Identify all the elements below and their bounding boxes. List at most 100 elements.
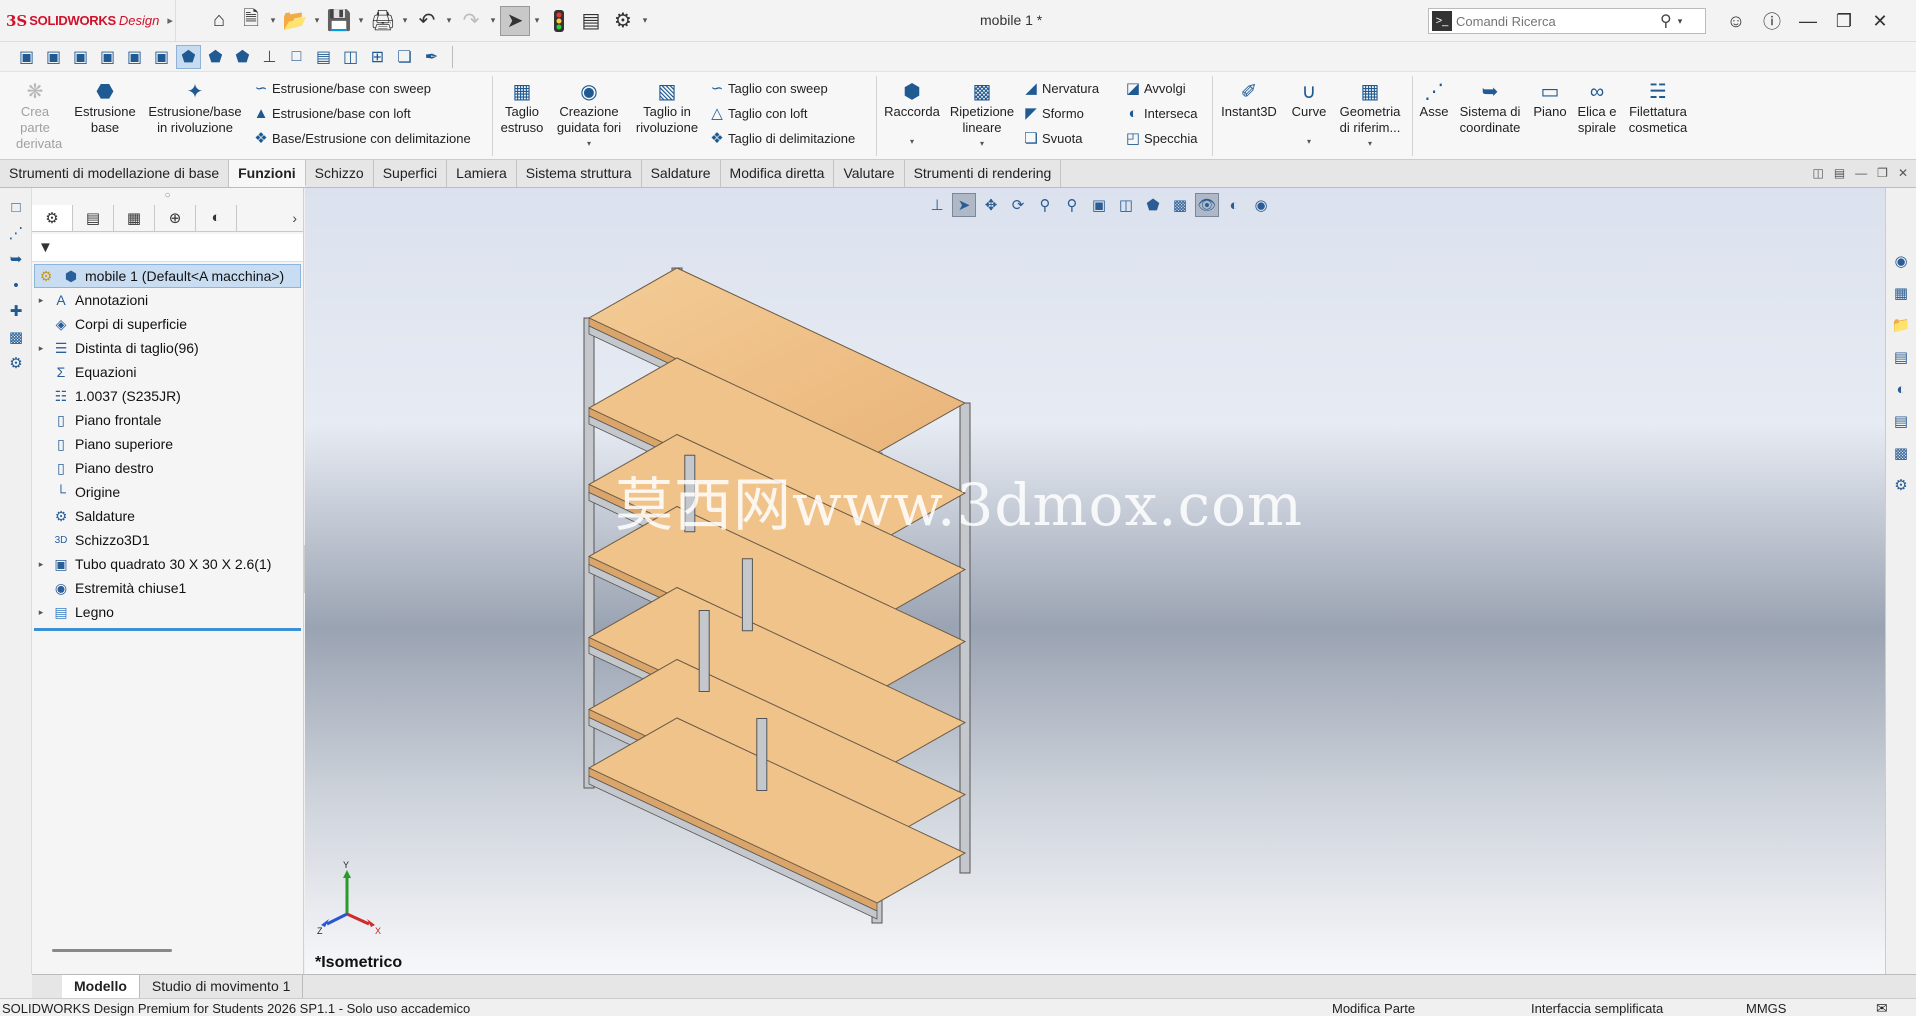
filter-icon[interactable]: ▼ <box>38 239 53 256</box>
sketch-plane-icon[interactable]: □ <box>0 194 32 220</box>
avvolgi-button[interactable]: ◪ Avvolgi <box>1122 76 1186 100</box>
interseca-button[interactable]: ◐ Interseca <box>1122 101 1197 125</box>
tab-superfici[interactable]: Superfici <box>374 160 448 187</box>
status-interface[interactable]: Interfaccia semplificata <box>1531 1001 1663 1016</box>
rebuild-traffic-light-icon[interactable] <box>544 6 574 36</box>
crea-parte-derivata-button[interactable]: ❋ Crea parte derivata <box>16 80 62 152</box>
sformo-button[interactable]: ◤ Sformo <box>1020 101 1084 125</box>
file-properties-icon[interactable]: ▤ <box>576 6 606 36</box>
loft-button[interactable]: ▲ Estrusione/base con loft <box>250 101 411 125</box>
design-library-icon[interactable]: ▦ <box>1886 278 1916 308</box>
taglio-estruso-button[interactable]: ▦ Taglio estruso <box>496 80 548 136</box>
open-folder-icon[interactable]: 📂 <box>280 6 310 36</box>
close-icon[interactable]: ✕ <box>1862 6 1898 36</box>
tree-item[interactable]: ◉ Estremità chiuse1 <box>32 576 303 600</box>
chevron-down-icon[interactable]: ▾ <box>400 15 410 26</box>
single-view-icon[interactable]: □ <box>284 45 309 69</box>
feature-manager-tab-icon[interactable]: ⚙ <box>32 204 73 231</box>
view-back-icon[interactable]: ▣ <box>41 45 66 69</box>
chevron-down-icon[interactable]: ▾ <box>1678 16 1683 27</box>
tree-item[interactable]: └ Origine <box>32 480 303 504</box>
display-manager-tab-icon[interactable]: ◐ <box>196 204 237 231</box>
tree-item[interactable]: ▸ ▣ Tubo quadrato 30 X 30 X 2.6(1) <box>32 552 303 576</box>
tab-sistema-struttura[interactable]: Sistema struttura <box>517 160 642 187</box>
status-units[interactable]: MMGS <box>1746 1001 1786 1016</box>
instant3d-button[interactable]: ✐ Instant3D <box>1216 80 1282 120</box>
dimxpert-tab-icon[interactable]: ⊕ <box>155 204 196 231</box>
file-explorer-icon[interactable]: 📁 <box>1886 310 1916 340</box>
expand-arrow-icon[interactable]: ▸ <box>32 343 50 354</box>
taglio-rivoluzione-button[interactable]: ▧ Taglio in rivoluzione <box>630 80 704 136</box>
restore-icon[interactable]: ❐ <box>1877 166 1888 180</box>
forum-icon[interactable]: ▩ <box>1886 438 1916 468</box>
tree-item[interactable]: ◈ Corpi di superficie <box>32 312 303 336</box>
tab-funzioni[interactable]: Funzioni <box>229 160 306 187</box>
chevron-right-icon[interactable]: › <box>292 210 303 226</box>
tree-item[interactable]: ▸ ▤ Legno <box>32 600 303 624</box>
coordinate-axes-icon[interactable]: ➥ <box>0 246 32 272</box>
creazione-guidata-fori-button[interactable]: ◉ Creazione guidata fori ▾ <box>550 80 628 152</box>
two-view-horizontal-icon[interactable]: ▤ <box>311 45 336 69</box>
elica-spirale-button[interactable]: ∞ Elica e spirale <box>1572 80 1622 136</box>
chevron-down-icon[interactable]: ▾ <box>1284 134 1334 150</box>
mates-icon[interactable]: ▩ <box>0 324 32 350</box>
tree-item[interactable]: 3D Schizzo3D1 <box>32 528 303 552</box>
panel-grip[interactable]: ○ <box>32 188 303 204</box>
line-icon[interactable]: ⋰ <box>0 220 32 246</box>
view-selector-icon[interactable]: ✒ <box>419 45 444 69</box>
chevron-down-icon[interactable]: ▾ <box>532 15 542 26</box>
taglio-delimitazione-button[interactable]: ❖ Taglio di delimitazione <box>706 126 855 150</box>
estrusione-rivoluzione-button[interactable]: ✦ Estrusione/base in rivoluzione <box>145 80 245 136</box>
tree-item[interactable]: ▯ Piano destro <box>32 456 303 480</box>
tab-strumenti-modellazione[interactable]: Strumenti di modellazione di base <box>0 160 230 187</box>
chevron-down-icon[interactable]: ▾ <box>488 15 498 26</box>
home-icon[interactable]: ⌂ <box>204 6 234 36</box>
normal-to-icon[interactable]: ⊥ <box>257 45 282 69</box>
tree-item[interactable]: ▯ Piano superiore <box>32 432 303 456</box>
tree-item[interactable]: ⚙ Saldature <box>32 504 303 528</box>
tab-strumenti-rendering[interactable]: Strumenti di rendering <box>905 160 1062 187</box>
tab-saldature[interactable]: Saldature <box>642 160 721 187</box>
view-bottom-icon[interactable]: ▣ <box>149 45 174 69</box>
taglio-sweep-button[interactable]: ∽ Taglio con sweep <box>706 76 828 100</box>
status-notification-icon[interactable]: ✉ <box>1876 1000 1888 1016</box>
raccorda-button[interactable]: ⬢ Raccorda ▾ <box>880 80 944 150</box>
tab-modello[interactable]: Modello <box>62 975 140 998</box>
command-search[interactable]: >_ ⚲ ▾ <box>1428 8 1706 34</box>
chevron-down-icon[interactable]: ▾ <box>312 15 322 26</box>
tree-item[interactable]: ▯ Piano frontale <box>32 408 303 432</box>
tab-modifica-diretta[interactable]: Modifica diretta <box>721 160 835 187</box>
chevron-down-icon[interactable]: ▾ <box>356 15 366 26</box>
tab-schizzo[interactable]: Schizzo <box>306 160 374 187</box>
view-left-icon[interactable]: ▣ <box>68 45 93 69</box>
undo-icon[interactable]: ↶ <box>412 6 442 36</box>
taglio-loft-button[interactable]: △ Taglio con loft <box>706 101 807 125</box>
expand-arrow-icon[interactable]: ▸ <box>32 559 50 570</box>
tree-root-part[interactable]: ⚙ ⬢ mobile 1 (Default<A macchina>) <box>34 264 301 288</box>
custom-properties-icon[interactable]: ▤ <box>1886 406 1916 436</box>
view-trimetric-icon[interactable]: ⬟ <box>203 45 228 69</box>
two-view-vertical-icon[interactable]: ◫ <box>338 45 363 69</box>
chevron-down-icon[interactable]: ▾ <box>1336 136 1404 152</box>
tree-item[interactable]: ☷ 1.0037 (S235JR) <box>32 384 303 408</box>
nervatura-button[interactable]: ◢ Nervatura <box>1020 76 1099 100</box>
view-palette-icon[interactable]: ▤ <box>1886 342 1916 372</box>
help-icon[interactable]: ⓘ <box>1754 6 1790 36</box>
boundary-boss-button[interactable]: ❖ Base/Estrusione con delimitazione <box>250 126 470 150</box>
piano-button[interactable]: ▭ Piano <box>1528 80 1572 120</box>
bookshelf-model[interactable] <box>305 188 1885 974</box>
configuration-manager-tab-icon[interactable]: ▦ <box>114 204 155 231</box>
chevron-right-icon[interactable]: ▸ <box>167 14 173 27</box>
chevron-down-icon[interactable]: ▾ <box>880 134 944 150</box>
link-views-icon[interactable]: ❏ <box>392 45 417 69</box>
view-front-icon[interactable]: ▣ <box>14 45 39 69</box>
svuota-button[interactable]: ❏ Svuota <box>1020 126 1082 150</box>
sistema-coordinate-button[interactable]: ➥ Sistema di coordinate <box>1454 80 1526 136</box>
asse-button[interactable]: ⋰ Asse <box>1416 80 1452 120</box>
curve-button[interactable]: ∪ Curve ▾ <box>1284 80 1334 150</box>
property-manager-tab-icon[interactable]: ▤ <box>73 204 114 231</box>
solidworks-logo[interactable]: 3S SOLIDWORKS Design ▸ <box>0 0 176 42</box>
search-input[interactable] <box>1456 13 1656 29</box>
search-icon[interactable]: ⚲ <box>1660 11 1672 31</box>
gear-icon[interactable]: ⚙ <box>0 350 32 376</box>
